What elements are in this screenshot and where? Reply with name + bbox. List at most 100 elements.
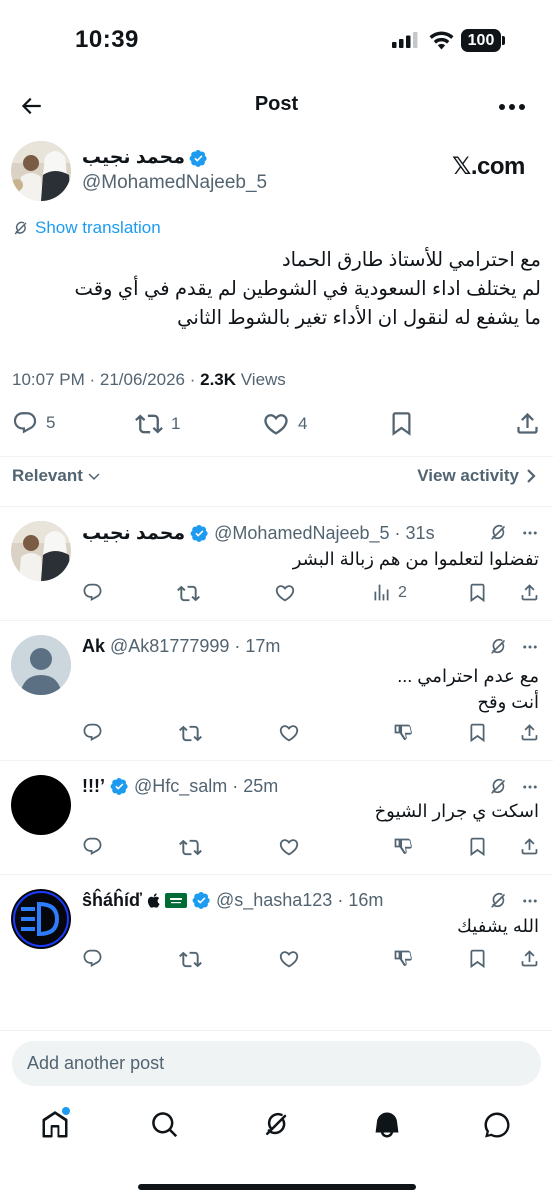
share-icon [519,948,540,969]
verified-badge-icon [190,524,209,543]
share-button[interactable] [519,948,540,969]
wifi-icon [428,29,455,50]
post-author-handle[interactable]: @MohamedNajeeb_5 [82,172,267,194]
grok-icon[interactable] [488,523,508,543]
avatar[interactable] [11,635,71,695]
battery-level: 100 [467,31,495,49]
reply-text: اسكت ي جرار الشيوخ [374,801,539,821]
repost-button[interactable]: 1 [135,410,180,438]
grok-icon[interactable] [488,637,508,657]
reply-author-name[interactable]: ŝĥáĥíď [82,890,142,911]
repost-button[interactable] [177,582,200,605]
post-text-line: مع احترامي للأستاذ طارق الحماد [281,249,541,271]
avatar[interactable] [11,775,71,835]
reply-item[interactable]: محمد نجيب @MohamedNajeeb_5 · 31s تفضلوا … [0,506,553,620]
bookmark-button[interactable] [467,948,488,969]
reply-button[interactable] [82,722,103,743]
status-time: 10:39 [75,26,139,53]
post-text-line: لم يختلف اداء السعودية في الشوطين لم يقد… [74,278,541,300]
downvote-icon [392,948,413,969]
arrow-left-icon[interactable] [18,93,44,119]
heart-icon [274,582,296,604]
battery-cap [502,36,505,45]
bookmark-button[interactable] [467,582,488,603]
reply-author-handle[interactable]: @s_hasha123 [216,890,332,911]
like-button[interactable] [274,582,296,604]
repost-button[interactable] [179,722,202,745]
reply-item[interactable]: !!!’ @Hfc_salm · 25m اسكت ي جرار الشيوخ [0,760,553,874]
reply-author-name[interactable]: !!!’ [82,776,105,797]
reply-age: 17m [245,636,281,656]
like-button[interactable] [278,948,300,970]
reply-icon [82,722,103,743]
sort-dropdown[interactable]: Relevant [12,466,101,486]
reply-author-handle[interactable]: @Ak81777999 [110,636,229,657]
more-horizontal-icon[interactable] [521,778,539,796]
divider [0,1030,553,1031]
heart-icon [278,836,300,858]
reply-button[interactable] [82,836,103,857]
repost-button[interactable] [179,948,202,971]
reply-button[interactable] [82,948,103,969]
reply-author-handle[interactable]: @MohamedNajeeb_5 [214,523,389,544]
downvote-button[interactable] [392,722,413,743]
like-button[interactable] [278,722,300,744]
bookmark-icon [467,582,488,603]
reply-text: الله يشفيك [457,916,539,936]
view-activity-link[interactable]: View activity [417,466,537,486]
reply-item[interactable]: Ak @Ak81777999 · 17m مع عدم احترامي ... … [0,620,553,760]
share-button[interactable] [514,410,541,437]
repost-icon [179,836,202,859]
notifications-bell-icon[interactable] [372,1110,402,1140]
bookmark-button[interactable] [388,410,415,437]
repost-button[interactable] [179,836,202,859]
post-text: مع احترامي للأستاذ طارق الحماد لم يختلف … [11,246,541,333]
post-author-name[interactable]: محمد نجيب [82,146,185,169]
avatar[interactable] [11,889,71,949]
reply-button[interactable]: 5 [12,410,55,436]
reply-text: تفضلوا لتعلموا من هم زبالة البشر [292,549,539,569]
reply-item[interactable]: ŝĥáĥíď @s_hasha123 · 16m الله يشفيك [0,874,553,984]
like-button[interactable]: 4 [262,410,307,438]
downvote-button[interactable] [392,948,413,969]
more-horizontal-icon[interactable] [521,638,539,656]
search-icon[interactable] [150,1110,180,1140]
cellular-signal-icon [392,32,418,48]
post-time: 10:07 PM [12,370,85,389]
chevron-right-icon [527,469,536,483]
reply-age: 16m [348,890,384,910]
post-views-count[interactable]: 2.3K [200,370,236,389]
share-icon [519,722,540,743]
bookmark-button[interactable] [467,836,488,857]
verified-badge-icon [110,777,129,796]
reply-header: Ak @Ak81777999 · 17m [82,636,281,657]
share-button[interactable] [519,836,540,857]
like-button[interactable] [278,836,300,858]
share-button[interactable] [519,722,540,743]
grok-icon[interactable] [488,777,508,797]
downvote-button[interactable] [392,836,413,857]
home-indicator [138,1184,416,1190]
bookmark-button[interactable] [467,722,488,743]
reply-age: 25m [243,776,279,796]
avatar[interactable] [11,141,71,201]
show-translation-link[interactable]: Show translation [12,218,161,238]
more-horizontal-icon[interactable] [521,524,539,542]
views-button[interactable]: 2 [371,582,407,603]
reply-text-line: مع عدم احترامي ... [397,666,539,686]
messages-icon[interactable] [482,1110,512,1140]
reply-author-name[interactable]: Ak [82,636,105,657]
share-button[interactable] [519,582,540,603]
grok-icon[interactable] [488,891,508,911]
reply-author-name[interactable]: محمد نجيب [82,522,185,545]
more-horizontal-icon[interactable] [498,103,526,111]
reply-composer-input[interactable]: Add another post [12,1041,541,1086]
grok-icon[interactable] [261,1110,291,1140]
repost-icon [179,722,202,745]
avatar[interactable] [11,521,71,581]
more-horizontal-icon[interactable] [521,892,539,910]
saudi-flag-icon [164,893,187,908]
verified-badge-icon [192,891,211,910]
reply-author-handle[interactable]: @Hfc_salm [134,776,227,797]
reply-button[interactable] [82,582,103,603]
